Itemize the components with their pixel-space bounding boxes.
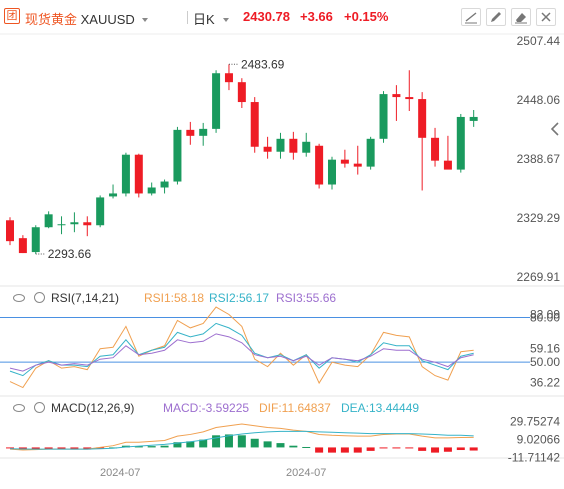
candle-body (353, 163, 362, 167)
candle-body (160, 181, 169, 188)
macd-histogram-bar (289, 445, 298, 448)
candle-body (31, 227, 40, 253)
collapse-panel-button[interactable] (548, 120, 562, 138)
rsi-header: RSI(7,14,21) RSI1:58.18 RSI2:56.17 RSI3:… (0, 291, 510, 309)
macd-histogram-bar (250, 438, 259, 448)
candle-body (121, 154, 130, 194)
macd-histogram-bar (405, 447, 414, 449)
candle-body (6, 220, 14, 242)
macd-axis-label: 9.02066 (517, 433, 561, 447)
macd-histogram-bar (456, 447, 465, 451)
macd-histogram-bar (237, 435, 246, 448)
macd-histogram-bar (328, 447, 336, 453)
macd-histogram-bar (315, 447, 324, 453)
candle-body (418, 99, 427, 138)
macd-label: MACD:-3.59225 (163, 401, 250, 415)
date-label-1: 2024-07 (100, 467, 141, 479)
candle-body (302, 141, 311, 153)
chart-widget: 团 现货黄金 XAUUSD 日K 2430.78 +3.66 +0.15% 25… (0, 0, 564, 489)
rsi-axis-label: 36.22 (530, 376, 560, 390)
candle-body (456, 116, 465, 170)
macd-histogram-bar (263, 441, 272, 448)
candle-body (328, 159, 336, 185)
candle-body (83, 222, 92, 226)
rsi3-label: RSI3:55.66 (276, 291, 337, 305)
eye-icon[interactable] (13, 404, 25, 412)
candle-body (109, 193, 118, 197)
macd-histogram-bar (392, 447, 401, 449)
macd-histogram-bar (443, 447, 452, 452)
candle-body (237, 82, 246, 103)
macd-histogram-bar (340, 447, 349, 453)
macd-histogram-bar (302, 446, 311, 448)
macd-histogram-bar (431, 447, 440, 453)
candle-body (134, 154, 143, 194)
rsi-axis-label: 59.16 (530, 342, 560, 356)
candle-body (212, 73, 221, 129)
rsi-params: RSI(7,14,21) (51, 291, 120, 305)
price-axis-label: 2329.29 (517, 211, 561, 225)
macd-axis-label: 29.75274 (510, 415, 560, 429)
macd-axis-label: -11.71142 (508, 451, 561, 465)
low-price-annotation: 2293.66 (48, 247, 92, 261)
candle-body (431, 137, 440, 161)
rsi-series-line (9, 306, 474, 389)
macd-params: MACD(12,26,9) (51, 401, 135, 415)
candle-body (263, 146, 272, 152)
gear-icon[interactable] (34, 292, 45, 303)
macd-histogram-bar (366, 447, 375, 451)
candle-body (147, 187, 156, 194)
macd-histogram-bar (147, 446, 156, 448)
candle-body (405, 97, 414, 100)
candle-body (250, 102, 259, 147)
chevron-left-icon (550, 122, 559, 136)
candle-body (186, 129, 195, 136)
eye-icon[interactable] (13, 294, 25, 302)
macd-header: MACD(12,26,9) MACD:-3.59225 DIF:11.64837… (0, 401, 510, 419)
high-price-annotation: 2483.69 (241, 57, 285, 71)
rsi-axis-label: 82.09 (530, 307, 560, 321)
candle-body (340, 159, 349, 164)
dea-label: DEA:13.44449 (341, 401, 420, 415)
candle-body (315, 145, 324, 185)
candle-body (289, 138, 298, 153)
candle-body (469, 116, 478, 121)
rsi-axis-label: 50.00 (530, 355, 560, 369)
macd-histogram-bar (469, 447, 478, 451)
price-axis-label: 2388.67 (517, 152, 561, 166)
price-axis-label: 2448.06 (517, 93, 561, 107)
rsi1-label: RSI1:58.18 (144, 291, 205, 305)
price-axis-label: 2269.91 (517, 270, 561, 284)
candle-body (443, 160, 452, 170)
candle-body (173, 129, 182, 182)
gear-icon[interactable] (34, 402, 45, 413)
candle-body (18, 238, 27, 254)
candle-body (57, 224, 66, 226)
candle-body (276, 138, 285, 152)
candle-body (96, 197, 105, 226)
dif-label: DIF:11.64837 (259, 401, 331, 415)
macd-histogram-bar (6, 447, 14, 449)
candle-body (379, 94, 388, 139)
macd-histogram-bar (379, 447, 388, 449)
candle-body (44, 214, 53, 228)
rsi2-label: RSI2:56.17 (209, 291, 270, 305)
price-axis-label: 2507.44 (517, 34, 561, 48)
macd-histogram-bar (160, 445, 169, 448)
candle-body (70, 222, 79, 225)
candle-body (366, 138, 375, 167)
candle-body (392, 94, 401, 98)
macd-histogram-bar (276, 443, 285, 448)
date-label-2: 2024-07 (286, 467, 327, 479)
macd-histogram-bar (418, 447, 427, 451)
candle-body (199, 128, 208, 136)
macd-histogram-bar (353, 447, 362, 453)
candle-body (224, 73, 233, 83)
